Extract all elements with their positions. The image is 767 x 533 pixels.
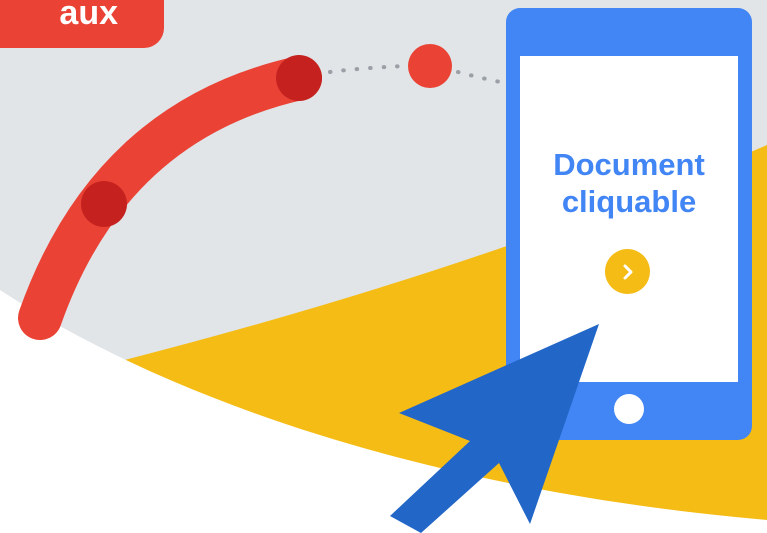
- phone-label-line2: cliquable: [561, 184, 697, 219]
- phone-label-line1: Document: [553, 147, 705, 182]
- red-moving-dot: [408, 44, 452, 88]
- phone-screen-label: Document cliquable: [520, 146, 738, 220]
- section-title-text: aux: [59, 0, 118, 32]
- next-button[interactable]: [605, 249, 650, 294]
- red-arc-dot-lower: [81, 181, 127, 227]
- red-arc-dot-top: [276, 55, 322, 101]
- illustration-scene: [0, 0, 767, 533]
- chevron-right-icon: [623, 264, 632, 279]
- section-title-tag: aux: [0, 0, 164, 48]
- home-button-icon[interactable]: [614, 394, 644, 424]
